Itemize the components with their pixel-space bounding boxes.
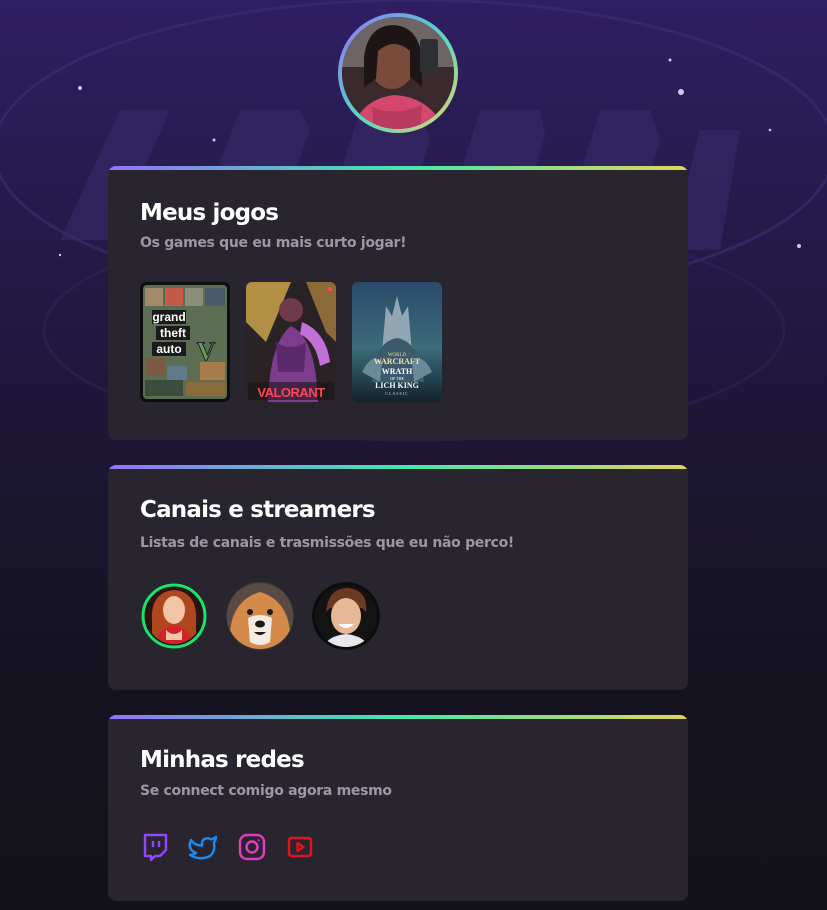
wow-logo-classic: CLASSIC [385, 391, 408, 396]
game-wow-lich-king[interactable]: WORLD WARCRAFT WRATH OF THE LICH KING CL… [352, 282, 442, 402]
game-gta-v[interactable]: grand theft auto V [140, 282, 230, 402]
social-title: Minhas redes [140, 747, 305, 773]
streamer-avatar-1[interactable] [140, 582, 208, 650]
gta-logo-auto: auto [156, 342, 181, 356]
gta-logo-grand: grand [152, 310, 185, 324]
streamers-subtitle: Listas de canais e trasmissões que eu nã… [140, 535, 514, 551]
streamers-title: Canais e streamers [140, 497, 376, 523]
gta-logo-v: V [197, 337, 216, 366]
streamer-avatar-2[interactable] [226, 582, 294, 650]
game-valorant[interactable]: VALORANT [246, 282, 336, 402]
wow-logo-wrath: WRATH [382, 367, 413, 376]
gta-logo-theft: theft [160, 326, 186, 340]
wow-logo-warcraft: WARCRAFT [374, 357, 421, 366]
youtube-icon[interactable] [285, 832, 315, 862]
streamer-avatar-3[interactable] [312, 582, 380, 650]
games-title: Meus jogos [140, 200, 279, 226]
profile-avatar [342, 17, 454, 129]
social-subtitle: Se connect comigo agora mesmo [140, 783, 392, 799]
streamers-card: Canais e streamers Listas de canais e tr… [108, 465, 688, 690]
social-card: Minhas redes Se connect comigo agora mes… [108, 715, 688, 901]
games-card: Meus jogos Os games que eu mais curto jo… [108, 166, 688, 440]
twitch-icon[interactable] [140, 832, 170, 862]
profile-avatar-ring [338, 13, 458, 133]
instagram-icon[interactable] [237, 832, 267, 862]
valorant-logo: VALORANT [257, 385, 325, 400]
wow-logo-lich-king: LICH KING [375, 381, 419, 390]
profile-photo [342, 17, 454, 129]
twitter-icon[interactable] [188, 832, 218, 862]
games-subtitle: Os games que eu mais curto jogar! [140, 235, 407, 251]
